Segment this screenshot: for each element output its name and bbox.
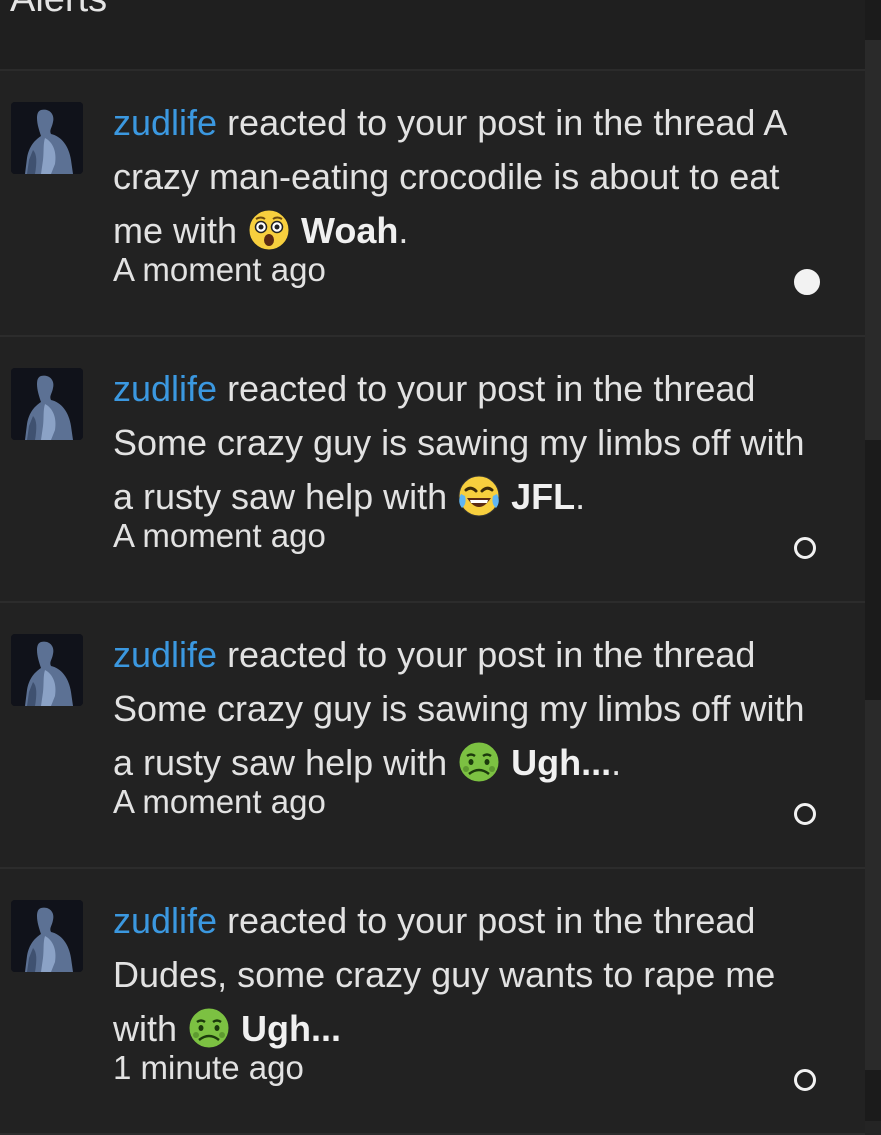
read-marker-button[interactable] — [794, 537, 816, 559]
scroll-edge — [865, 0, 881, 1121]
nauseated-emoji-icon — [187, 1006, 231, 1050]
read-marker-button[interactable] — [794, 1069, 816, 1091]
reaction-label: Woah — [301, 210, 399, 251]
alert-action-text: reacted to your post in the thread — [217, 900, 756, 941]
alert-timestamp[interactable]: A moment ago — [113, 782, 326, 822]
with-text: with — [163, 210, 248, 251]
username-link[interactable]: zudlife — [113, 102, 217, 143]
alert-item[interactable]: zudlife reacted to your post in the thre… — [0, 603, 865, 869]
username-link[interactable]: zudlife — [113, 368, 217, 409]
reaction-label: Ugh... — [241, 1008, 342, 1049]
crying-laughing-emoji-icon — [457, 474, 501, 518]
username-link[interactable]: zudlife — [113, 900, 217, 941]
page-title: Alerts — [10, 0, 107, 21]
avatar[interactable] — [11, 900, 83, 972]
with-text: with — [373, 476, 458, 517]
alert-item[interactable]: zudlife reacted to your post in the thre… — [0, 71, 865, 337]
alert-item[interactable]: zudlife reacted to your post in the thre… — [0, 337, 865, 603]
with-text: with — [113, 1008, 188, 1049]
avatar[interactable] — [11, 102, 83, 174]
avatar[interactable] — [11, 634, 83, 706]
unread-marker-button[interactable] — [794, 269, 820, 295]
period-text: . — [575, 476, 586, 517]
alert-action-text: reacted to your post in the thread — [217, 368, 756, 409]
with-text: with — [373, 742, 458, 783]
reaction-label: Ugh... — [511, 742, 612, 783]
alert-timestamp[interactable]: 1 minute ago — [113, 1048, 304, 1088]
period-text: . — [398, 210, 409, 251]
alert-message: zudlife reacted to your post in the thre… — [113, 628, 833, 790]
nauseated-emoji-icon — [457, 740, 501, 784]
avatar[interactable] — [11, 368, 83, 440]
thread-link[interactable]: Dudes, some crazy guy wants to rape me — [113, 954, 775, 995]
alerts-panel: Alerts zudlife reacted to your post in t… — [0, 0, 865, 1135]
alert-timestamp[interactable]: A moment ago — [113, 250, 326, 290]
username-link[interactable]: zudlife — [113, 634, 217, 675]
reaction-label: JFL — [511, 476, 576, 517]
alert-action-text: reacted to your post in the thread — [217, 102, 764, 143]
alerts-header: Alerts — [0, 0, 865, 71]
alert-message: zudlife reacted to your post in the thre… — [113, 362, 833, 524]
alert-action-text: reacted to your post in the thread — [217, 634, 756, 675]
alert-message: zudlife reacted to your post in the thre… — [113, 894, 833, 1056]
period-text: . — [611, 742, 622, 783]
alert-message: zudlife reacted to your post in the thre… — [113, 96, 833, 258]
astonished-emoji-icon — [247, 208, 291, 252]
alert-timestamp[interactable]: A moment ago — [113, 516, 326, 556]
read-marker-button[interactable] — [794, 803, 816, 825]
alert-item[interactable]: zudlife reacted to your post in the thre… — [0, 869, 865, 1135]
